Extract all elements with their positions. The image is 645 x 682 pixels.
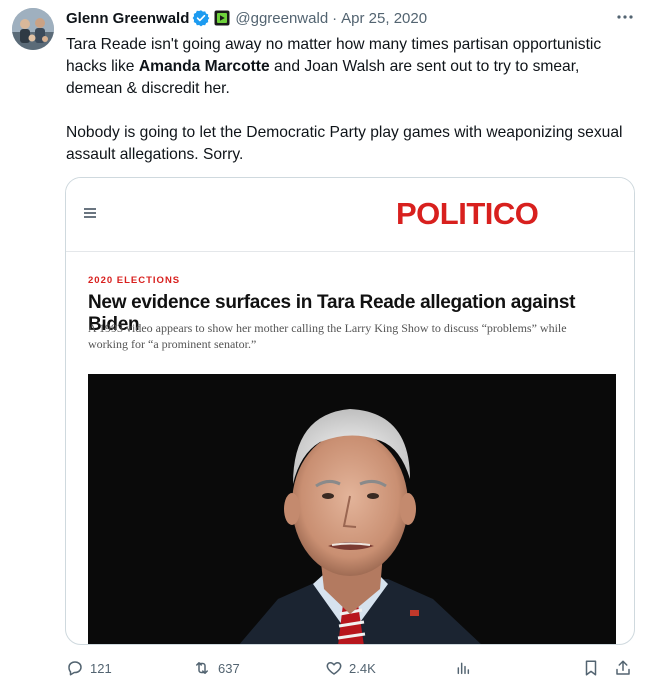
affiliation-badge-icon[interactable] bbox=[214, 10, 230, 26]
more-options-icon[interactable] bbox=[614, 7, 636, 27]
verified-badge-icon bbox=[193, 10, 210, 27]
views-button[interactable] bbox=[455, 655, 471, 681]
bookmark-button[interactable] bbox=[582, 655, 600, 681]
reply-button[interactable]: 121 bbox=[66, 655, 112, 681]
hamburger-menu-icon bbox=[84, 208, 96, 218]
heart-icon bbox=[326, 662, 342, 675]
author-handle[interactable]: @ggreenwald bbox=[235, 10, 328, 27]
author-name[interactable]: Glenn Greenwald bbox=[66, 10, 189, 27]
bookmark-icon bbox=[585, 660, 597, 676]
politico-logo: POLITICO bbox=[396, 196, 539, 231]
reply-icon bbox=[68, 661, 82, 676]
mention-amanda-marcotte[interactable]: Amanda Marcotte bbox=[139, 58, 270, 75]
repost-icon bbox=[196, 662, 208, 674]
tweet-text: Tara Reade isn't going away no matter ho… bbox=[66, 34, 626, 166]
share-icon bbox=[616, 660, 630, 675]
card-kicker: 2020 ELECTIONS bbox=[88, 275, 181, 286]
article-photo bbox=[88, 374, 616, 644]
analytics-icon bbox=[457, 662, 470, 675]
separator-dot: · bbox=[332, 9, 338, 27]
tweet-date[interactable]: Apr 25, 2020 bbox=[341, 10, 427, 27]
link-card[interactable]: POLITICO 2020 ELECTIONS New evidence sur… bbox=[65, 177, 635, 645]
like-button[interactable]: 2.4K bbox=[325, 655, 376, 681]
repost-count: 637 bbox=[218, 660, 240, 676]
card-dek: A 1993 video appears to show her mother … bbox=[88, 321, 567, 351]
tweet-header: Glenn Greenwald @ggreenwald · Apr 25, 20… bbox=[66, 8, 427, 28]
tweet-actions: 121 637 2.4K bbox=[0, 655, 645, 681]
reply-count: 121 bbox=[90, 660, 112, 676]
card-site-header: POLITICO bbox=[66, 178, 634, 252]
like-count: 2.4K bbox=[349, 660, 376, 676]
repost-button[interactable]: 637 bbox=[192, 655, 240, 681]
avatar[interactable] bbox=[12, 8, 54, 50]
share-button[interactable] bbox=[614, 655, 632, 681]
